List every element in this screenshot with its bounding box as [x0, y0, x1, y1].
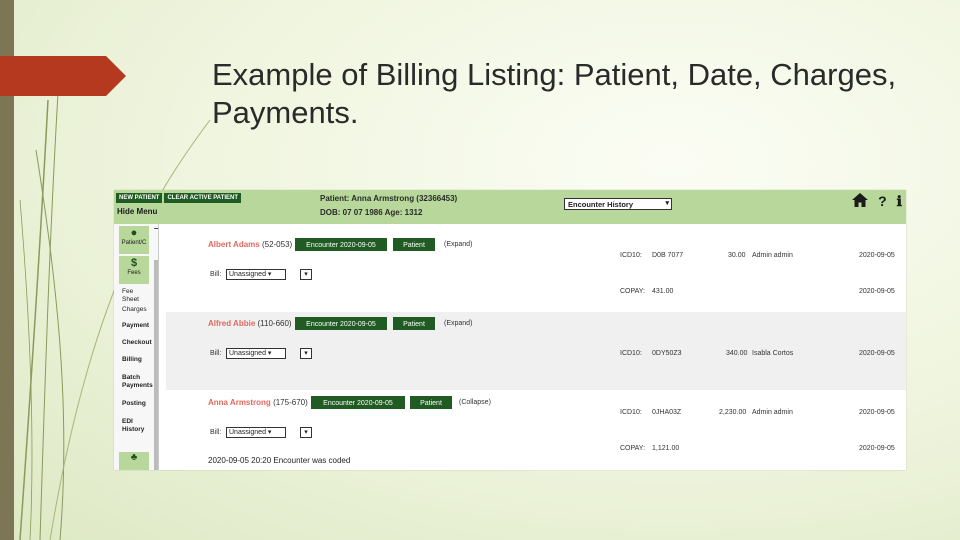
sidebar-item-checkout[interactable]: Checkout — [122, 339, 152, 347]
icd-code: D0B 7077 — [652, 252, 684, 259]
new-patient-button[interactable]: NEW PATIENT — [116, 193, 163, 203]
sidebar-item-charges[interactable]: Charges — [122, 306, 147, 314]
copay-label: COPAY: — [620, 445, 646, 452]
patient-name-link[interactable]: Anna Armstrong (175-670) — [208, 398, 308, 407]
home-icon[interactable] — [852, 193, 869, 209]
bill-type-select[interactable]: ▾ — [300, 269, 312, 280]
bill-label: Bill: — [210, 271, 222, 278]
hide-menu-link[interactable]: Hide Menu — [117, 207, 157, 216]
user-icon: ● — [130, 227, 138, 239]
question-icon[interactable]: ? — [878, 194, 887, 208]
charge-amount: 2,230.00 — [719, 409, 747, 416]
patient-name-link[interactable]: Alfred Abbie (110-660) — [208, 319, 292, 328]
copay-label: COPAY: — [620, 288, 646, 295]
charge-user: Isabla Cortos — [752, 350, 794, 357]
charge-amount: 30.00 — [728, 252, 746, 259]
encounter-history-select[interactable]: Encounter History ▾ — [564, 198, 672, 210]
slide-title: Example of Billing Listing: Patient, Dat… — [212, 57, 897, 130]
sidebar: – ● Patient/C $ Fees Fee Sheet Charges P… — [114, 224, 159, 470]
patient-button[interactable]: Patient — [393, 317, 435, 330]
expand-toggle[interactable]: (Expand) — [444, 241, 472, 248]
sidebar-item-payment[interactable]: Payment — [122, 322, 149, 330]
charge-amount: 340.00 — [726, 350, 748, 357]
icd-label: ICD10: — [620, 409, 642, 416]
encounter-log-entry: 2020-09-05 20:20 Encounter was coded — [208, 456, 351, 465]
sidebar-item-posting[interactable]: Posting — [122, 400, 146, 408]
sidebar-tile-more[interactable]: ♣ — [119, 452, 149, 470]
charge-user: Admin admin — [752, 409, 793, 416]
encounter-button[interactable]: Encounter 2020-09-05 — [311, 396, 405, 409]
patient-button[interactable]: Patient — [410, 396, 452, 409]
icd-code: 0JHA03Z — [652, 409, 682, 416]
active-patient-dob: DOB: 07 07 1986 Age: 1312 — [320, 208, 423, 217]
info-icon[interactable]: ℹ — [897, 194, 902, 208]
charge-date: 2020-09-05 — [859, 252, 895, 259]
bill-select[interactable]: Unassigned ▾ — [226, 269, 286, 280]
charge-user: Admin admin — [752, 252, 793, 259]
bill-select-value: Unassigned — [229, 429, 266, 436]
clear-active-patient-button[interactable]: CLEAR ACTIVE PATIENT — [164, 193, 242, 203]
bill-select-value: Unassigned — [229, 271, 266, 278]
patient-name: Alfred Abbie — [208, 319, 256, 328]
bill-select-value: Unassigned — [229, 350, 266, 357]
sidebar-tile-fees[interactable]: $ Fees — [119, 256, 149, 284]
active-patient-label: Patient: Anna Armstrong (32366453) — [320, 194, 458, 203]
icd-label: ICD10: — [620, 252, 642, 259]
app-toolbar: NEW PATIENT CLEAR ACTIVE PATIENT Hide Me… — [114, 190, 906, 224]
billing-screenshot: NEW PATIENT CLEAR ACTIVE PATIENT Hide Me… — [114, 190, 906, 470]
icd-label: ICD10: — [620, 350, 642, 357]
encounter-history-value: Encounter History — [568, 200, 634, 209]
charge-date: 2020-09-05 — [859, 409, 895, 416]
bill-type-select[interactable]: ▾ — [300, 348, 312, 359]
sidebar-minimize[interactable]: – — [154, 224, 158, 233]
patient-name: Albert Adams — [208, 240, 260, 249]
bill-label: Bill: — [210, 429, 222, 436]
copay-date: 2020-09-05 — [859, 288, 895, 295]
bill-type-select[interactable]: ▾ — [300, 427, 312, 438]
sidebar-item-fee-sheet[interactable]: Fee Sheet — [122, 288, 150, 304]
patient-id: (175-670) — [273, 398, 308, 407]
title-arrow-tab — [0, 56, 126, 96]
sidebar-item-batch-payments[interactable]: Batch Payments — [122, 374, 156, 390]
encounter-button[interactable]: Encounter 2020-09-05 — [295, 238, 387, 251]
people-icon: ♣ — [130, 452, 138, 463]
sidebar-tile-patient[interactable]: ● Patient/C — [119, 226, 149, 254]
icd-code: 0DY50Z3 — [652, 350, 682, 357]
encounter-button[interactable]: Encounter 2020-09-05 — [295, 317, 387, 330]
patient-id: (110-660) — [257, 319, 292, 328]
copay-amount: 431.00 — [652, 288, 674, 295]
collapse-toggle[interactable]: (Collapse) — [459, 399, 491, 406]
dollar-icon: $ — [130, 257, 138, 269]
sidebar-tile-fees-label: Fees — [127, 270, 141, 276]
patient-button[interactable]: Patient — [393, 238, 435, 251]
bill-select[interactable]: Unassigned ▾ — [226, 348, 286, 359]
copay-date: 2020-09-05 — [859, 445, 895, 452]
chevron-down-icon: ▾ — [665, 200, 669, 207]
patient-name: Anna Armstrong — [208, 398, 271, 407]
sidebar-item-edi-history[interactable]: EDI History — [122, 418, 148, 434]
copay-amount: 1,121.00 — [652, 445, 680, 452]
patient-name-link[interactable]: Albert Adams (52-053) — [208, 240, 292, 249]
sidebar-scrollbar[interactable] — [154, 260, 158, 470]
sidebar-tile-patient-label: Patient/C — [121, 240, 147, 246]
expand-toggle[interactable]: (Expand) — [444, 320, 472, 327]
patient-id: (52-053) — [261, 240, 293, 249]
bill-select[interactable]: Unassigned ▾ — [226, 427, 286, 438]
charge-date: 2020-09-05 — [859, 350, 895, 357]
bill-label: Bill: — [210, 350, 222, 357]
sidebar-item-billing[interactable]: Billing — [122, 356, 142, 364]
